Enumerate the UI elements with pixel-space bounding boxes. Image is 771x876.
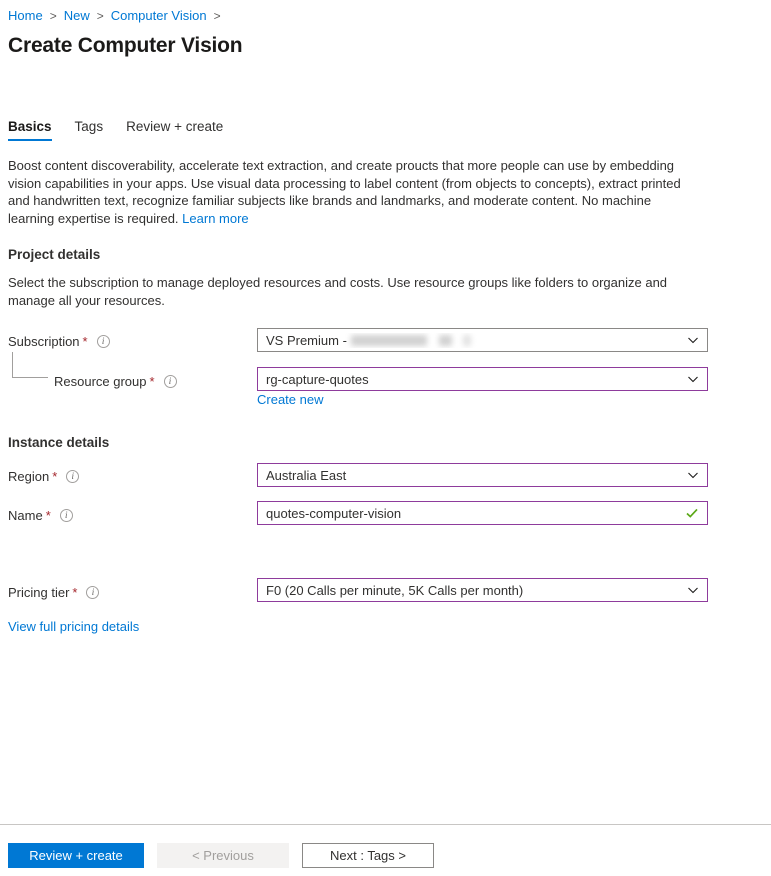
subscription-label: Subscription * i xyxy=(8,331,110,351)
subscription-label-text: Subscription xyxy=(8,333,80,349)
resource-group-label-text: Resource group xyxy=(54,373,147,389)
footer-actions: Review + create < Previous Next : Tags > xyxy=(8,843,434,868)
subscription-redacted-blur xyxy=(350,334,471,346)
chevron-down-icon xyxy=(687,469,699,481)
resource-group-label: Resource group * i xyxy=(54,371,177,391)
chevron-down-icon xyxy=(687,373,699,385)
name-info-icon[interactable]: i xyxy=(59,508,73,522)
region-label: Region * i xyxy=(8,466,80,486)
previous-button: < Previous xyxy=(157,843,289,868)
section-subtext-project-details: Select the subscription to manage deploy… xyxy=(8,275,668,308)
resource-group-value: rg-capture-quotes xyxy=(266,371,369,387)
footer-divider xyxy=(0,824,771,825)
form-description: Boost content discoverability, accelerat… xyxy=(8,157,696,227)
next-tags-button[interactable]: Next : Tags > xyxy=(302,843,434,868)
review-create-button[interactable]: Review + create xyxy=(8,843,144,868)
breadcrumb: Home > New > Computer Vision > xyxy=(8,7,228,25)
name-value: quotes-computer-vision xyxy=(266,505,402,521)
form-description-text: Boost content discoverability, accelerat… xyxy=(8,158,681,226)
tab-bar: Basics Tags Review + create xyxy=(8,117,246,141)
breadcrumb-separator-icon: > xyxy=(49,9,57,23)
tab-review-create[interactable]: Review + create xyxy=(126,119,223,141)
breadcrumb-item-home[interactable]: Home xyxy=(8,7,43,25)
section-heading-project-details: Project details xyxy=(8,247,101,262)
region-info-icon[interactable]: i xyxy=(66,469,80,483)
subscription-info-icon[interactable]: i xyxy=(96,334,110,348)
subscription-required-marker: * xyxy=(82,333,88,349)
pricing-tier-info-icon[interactable]: i xyxy=(86,585,100,599)
breadcrumb-separator-icon: > xyxy=(96,9,104,23)
breadcrumb-item-computer-vision[interactable]: Computer Vision xyxy=(111,7,207,25)
chevron-down-icon xyxy=(687,584,699,596)
breadcrumb-item-new[interactable]: New xyxy=(64,7,90,25)
name-required-marker: * xyxy=(45,507,51,523)
resource-group-tree-connector xyxy=(12,352,48,378)
pricing-tier-label: Pricing tier * i xyxy=(8,582,100,602)
resource-group-select[interactable]: rg-capture-quotes xyxy=(257,367,708,391)
view-full-pricing-details-link[interactable]: View full pricing details xyxy=(8,619,139,634)
resource-group-info-icon[interactable]: i xyxy=(163,374,177,388)
section-heading-instance-details: Instance details xyxy=(8,435,110,450)
tab-tags[interactable]: Tags xyxy=(75,119,104,141)
name-label: Name * i xyxy=(8,505,73,525)
tab-basics[interactable]: Basics xyxy=(8,119,52,141)
name-input[interactable]: quotes-computer-vision xyxy=(257,501,708,525)
region-value: Australia East xyxy=(266,467,347,483)
pricing-tier-value: F0 (20 Calls per minute, 5K Calls per mo… xyxy=(266,582,524,598)
learn-more-link[interactable]: Learn more xyxy=(182,211,248,226)
page-title: Create Computer Vision xyxy=(8,34,243,57)
chevron-down-icon xyxy=(687,334,699,346)
pricing-tier-required-marker: * xyxy=(72,584,78,600)
subscription-select[interactable]: VS Premium - xyxy=(257,328,708,352)
region-label-text: Region xyxy=(8,468,50,484)
resource-group-required-marker: * xyxy=(149,373,155,389)
pricing-tier-select[interactable]: F0 (20 Calls per minute, 5K Calls per mo… xyxy=(257,578,708,602)
subscription-value-wrapper: VS Premium - xyxy=(266,333,687,348)
region-required-marker: * xyxy=(52,468,58,484)
breadcrumb-separator-icon: > xyxy=(213,9,221,23)
name-label-text: Name xyxy=(8,507,43,523)
region-select[interactable]: Australia East xyxy=(257,463,708,487)
valid-check-icon xyxy=(685,506,699,520)
subscription-value: VS Premium - xyxy=(266,332,347,348)
pricing-tier-label-text: Pricing tier xyxy=(8,584,70,600)
create-new-resource-group-link[interactable]: Create new xyxy=(257,392,323,407)
